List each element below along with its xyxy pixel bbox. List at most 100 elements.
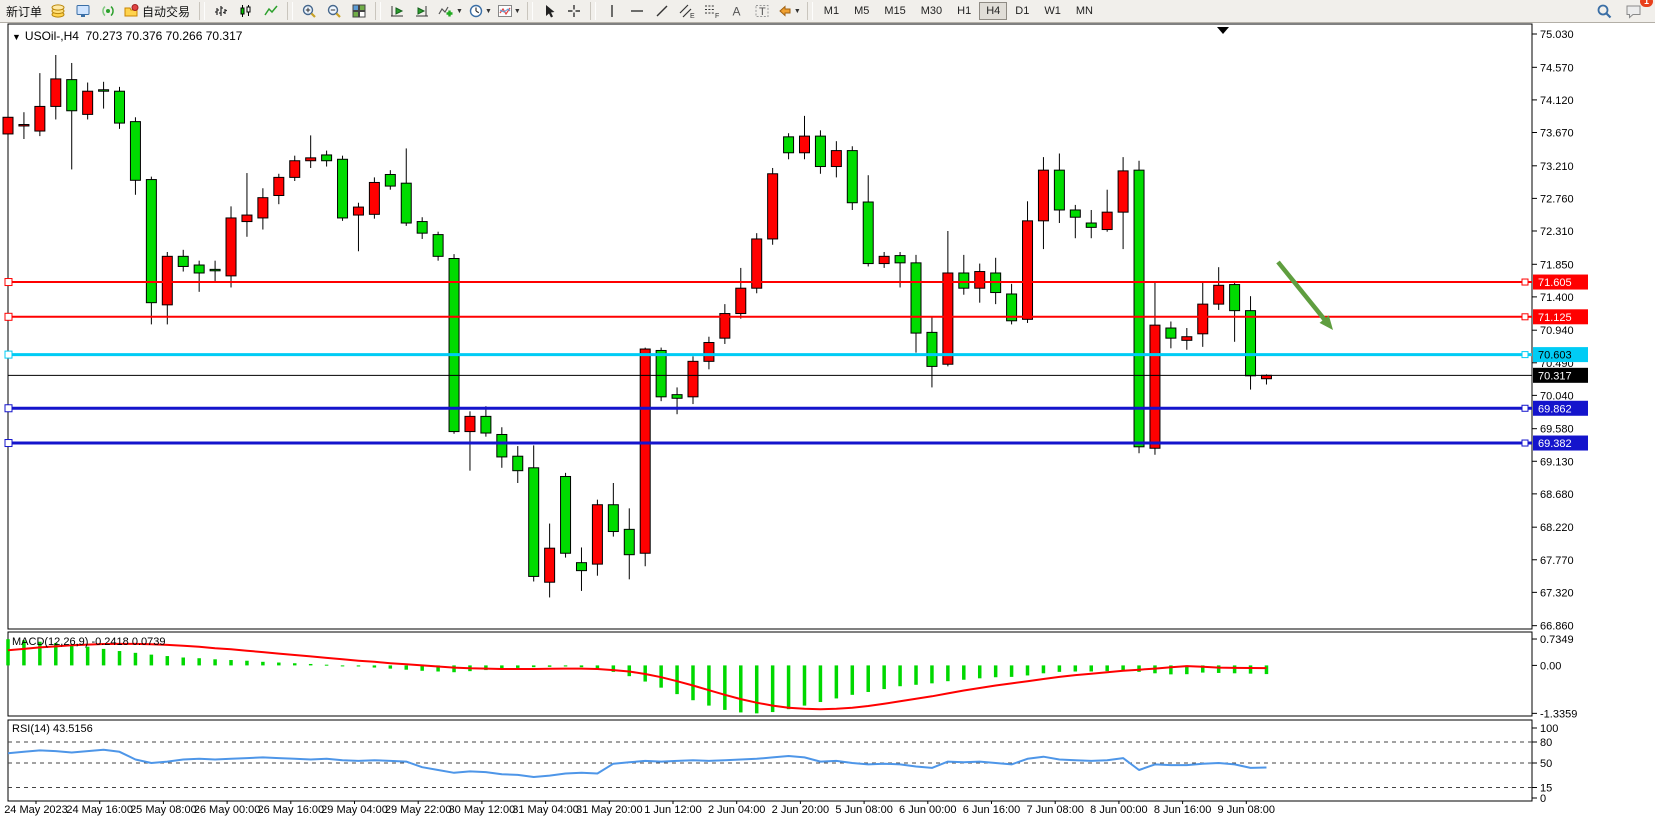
chat-badge: 1: [1640, 0, 1653, 7]
line-handle[interactable]: [1522, 352, 1528, 358]
fibonacci-button[interactable]: F: [700, 1, 724, 21]
candle: [258, 198, 268, 218]
toolbar-separator: [807, 2, 813, 20]
candle: [433, 235, 443, 257]
svg-text:75.030: 75.030: [1540, 29, 1574, 41]
line-handle[interactable]: [5, 313, 12, 320]
macd-hist-bar: [914, 665, 918, 684]
svg-text:5 Jun 08:00: 5 Jun 08:00: [835, 804, 893, 816]
auto-scroll-button[interactable]: [385, 1, 409, 21]
candle: [1246, 311, 1256, 376]
chart-shift-button[interactable]: [410, 1, 434, 21]
macd-hist-bar: [1010, 665, 1014, 676]
svg-text:2 Jun 04:00: 2 Jun 04:00: [708, 804, 766, 816]
candle: [369, 182, 379, 214]
tf-h1-button[interactable]: H1: [950, 2, 978, 20]
text-label-icon: T: [754, 3, 770, 19]
macd-hist-bar: [819, 665, 823, 702]
candle: [322, 155, 332, 161]
time-axis[interactable]: 24 May 202324 May 16:0025 May 08:0026 Ma…: [4, 801, 1275, 816]
rsi-panel[interactable]: [8, 720, 1532, 801]
macd-hist-bar: [866, 665, 870, 692]
line-handle[interactable]: [1522, 405, 1528, 411]
indicators-button[interactable]: ▼: [435, 1, 465, 21]
zoom-out-button[interactable]: [322, 1, 346, 21]
bar-chart-button[interactable]: [209, 1, 233, 21]
label-letter: T: [759, 6, 766, 18]
line-handle[interactable]: [5, 351, 12, 358]
macd-hist-bar: [1217, 665, 1221, 673]
trendline-button[interactable]: [650, 1, 674, 21]
text-letter: A: [732, 5, 740, 19]
candle: [704, 343, 714, 362]
macd-hist-bar: [835, 665, 839, 698]
macd-hist-bar: [882, 665, 886, 689]
svg-text:50: 50: [1540, 758, 1552, 770]
candle: [226, 218, 236, 276]
vertical-line-button[interactable]: [600, 1, 624, 21]
candle: [99, 90, 109, 91]
candle: [1261, 375, 1271, 378]
svg-text:2 Jun 20:00: 2 Jun 20:00: [772, 804, 830, 816]
crosshair-button[interactable]: [562, 1, 586, 21]
tile-windows-button[interactable]: [347, 1, 371, 21]
tf-h4-button[interactable]: H4: [979, 2, 1007, 20]
chat-button[interactable]: 1: [1622, 1, 1646, 21]
horizontal-line-button[interactable]: [625, 1, 649, 21]
tf-m15-button[interactable]: M15: [877, 2, 912, 20]
svg-text:8 Jun 16:00: 8 Jun 16:00: [1154, 804, 1212, 816]
candle: [1198, 304, 1208, 334]
main-panel[interactable]: [8, 24, 1532, 629]
line-handle[interactable]: [1522, 314, 1528, 320]
new-order-button[interactable]: 新订单: [3, 1, 45, 21]
line-handle[interactable]: [1522, 440, 1528, 446]
tf-w1-button[interactable]: W1: [1037, 2, 1068, 20]
candle: [959, 273, 969, 288]
macd-hist-bar: [150, 655, 154, 666]
price-axis[interactable]: 75.03074.57074.12073.67073.21072.76072.3…: [1532, 29, 1574, 633]
templates-button[interactable]: ▼: [495, 1, 523, 21]
line-chart-button[interactable]: [259, 1, 283, 21]
macd-panel[interactable]: [8, 632, 1532, 716]
channel-icon: E: [678, 3, 695, 19]
candle: [784, 137, 794, 153]
tf-m5-button[interactable]: M5: [847, 2, 876, 20]
text-button[interactable]: A: [725, 1, 749, 21]
periods-button[interactable]: ▼: [466, 1, 494, 21]
tf-d1-button[interactable]: D1: [1008, 2, 1036, 20]
zoom-in-button[interactable]: [297, 1, 321, 21]
line-handle[interactable]: [1522, 279, 1528, 285]
signal-button[interactable]: [96, 1, 120, 21]
candlestick-button[interactable]: [234, 1, 258, 21]
macd-hist-bar: [197, 658, 201, 665]
tf-m30-button[interactable]: M30: [914, 2, 949, 20]
svg-text:8 Jun 00:00: 8 Jun 00:00: [1090, 804, 1148, 816]
arrows-button[interactable]: ▼: [775, 1, 803, 21]
candle: [83, 91, 93, 114]
tf-mn-button[interactable]: MN: [1069, 2, 1100, 20]
svg-text:72.310: 72.310: [1540, 226, 1574, 238]
chart-shift-icon: [414, 3, 430, 19]
market-watch-button[interactable]: [71, 1, 95, 21]
monitor-icon: [75, 3, 91, 19]
line-handle[interactable]: [5, 279, 12, 286]
candle: [513, 456, 523, 470]
coins-button[interactable]: [46, 1, 70, 21]
macd-hist-bar: [293, 663, 297, 665]
line-handle[interactable]: [5, 405, 12, 412]
chart-canvas[interactable]: 75.03074.57074.12073.67073.21072.76072.3…: [0, 23, 1655, 828]
macd-hist-bar: [962, 665, 966, 679]
text-label-button[interactable]: T: [750, 1, 774, 21]
equidistant-channel-button[interactable]: E: [675, 1, 699, 21]
macd-hist-bar: [229, 660, 233, 665]
candle: [911, 263, 921, 333]
autotrading-button[interactable]: 自动交易: [121, 1, 195, 21]
svg-text:70.317: 70.317: [1538, 370, 1572, 382]
tf-m1-button[interactable]: M1: [817, 2, 846, 20]
svg-text:71.605: 71.605: [1538, 277, 1572, 289]
candle: [736, 288, 746, 313]
cursor-button[interactable]: [537, 1, 561, 21]
search-button[interactable]: [1592, 1, 1616, 21]
svg-text:80: 80: [1540, 737, 1552, 749]
line-handle[interactable]: [5, 440, 12, 447]
